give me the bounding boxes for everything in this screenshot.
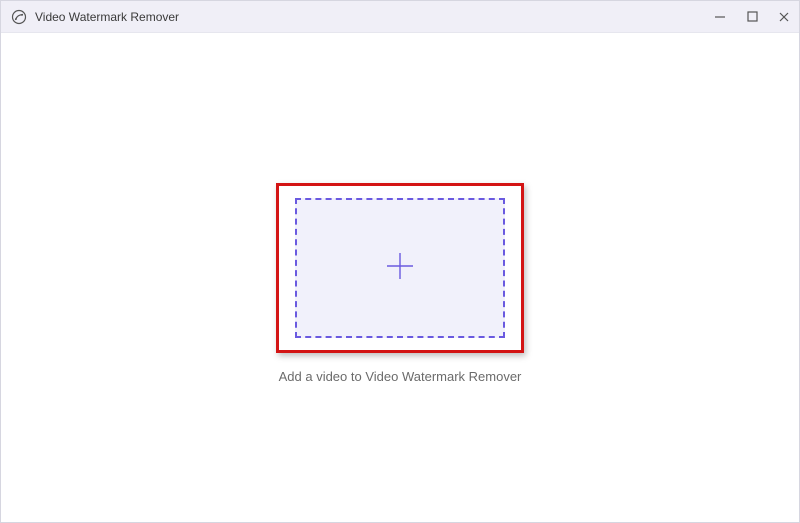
drop-caption: Add a video to Video Watermark Remover: [279, 369, 522, 384]
close-button[interactable]: [777, 10, 791, 24]
app-icon: [11, 9, 27, 25]
close-icon: [778, 11, 790, 23]
app-window: Video Watermark Remover: [0, 0, 800, 523]
maximize-icon: [747, 11, 758, 22]
minimize-icon: [714, 11, 726, 23]
main-content: Add a video to Video Watermark Remover: [1, 33, 799, 522]
app-title: Video Watermark Remover: [35, 10, 713, 24]
tutorial-highlight-frame: [276, 183, 524, 353]
titlebar: Video Watermark Remover: [1, 1, 799, 33]
add-video-dropzone[interactable]: [295, 198, 505, 338]
maximize-button[interactable]: [745, 10, 759, 24]
plus-icon: [383, 249, 417, 288]
minimize-button[interactable]: [713, 10, 727, 24]
drop-area-container: Add a video to Video Watermark Remover: [276, 183, 524, 384]
window-controls: [713, 10, 791, 24]
